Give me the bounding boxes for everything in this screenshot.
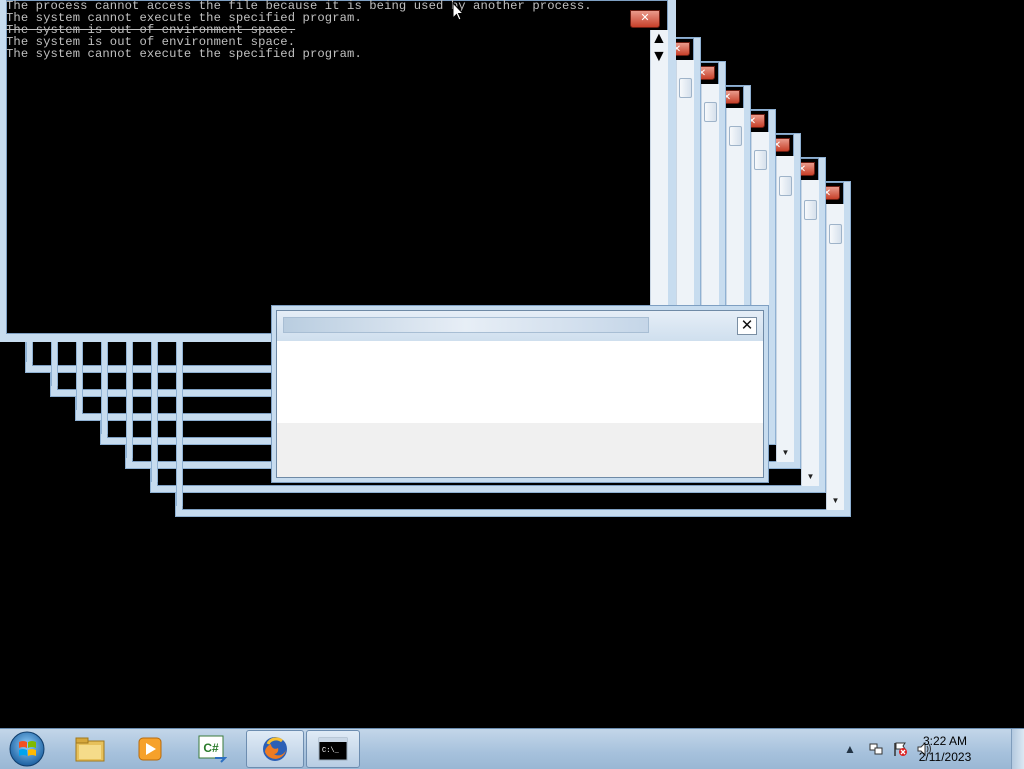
console-line: The system cannot execute the specified … — [6, 47, 362, 61]
scroll-up-icon[interactable]: ▲ — [651, 30, 668, 48]
scrollbar[interactable]: ▼ — [801, 180, 819, 486]
dialog-footer — [277, 423, 763, 477]
scroll-down-icon[interactable]: ▼ — [827, 494, 844, 508]
svg-text:C#: C# — [203, 741, 219, 755]
command-prompt-icon: C:\_ — [318, 737, 348, 761]
scroll-down-icon[interactable]: ▼ — [651, 48, 668, 66]
clock-date: 2/11/2023 — [918, 750, 972, 764]
dialog-close-button[interactable]: ✕ — [737, 317, 757, 335]
scrollbar[interactable]: ▼ — [826, 204, 844, 510]
file-explorer-icon — [75, 737, 105, 762]
taskbar-media-player[interactable] — [126, 730, 174, 768]
scroll-down-icon[interactable]: ▼ — [777, 446, 794, 460]
network-icon[interactable] — [868, 741, 884, 757]
taskbar-csharp[interactable]: C# — [188, 730, 236, 768]
console-output: The process cannot access the file becau… — [6, 0, 646, 60]
firefox-icon — [263, 737, 287, 761]
dialog-body — [277, 341, 763, 423]
show-desktop-button[interactable] — [1011, 729, 1024, 769]
message-dialog: ✕ — [276, 310, 764, 478]
scroll-down-icon[interactable]: ▼ — [802, 470, 819, 484]
taskbar-firefox[interactable] — [246, 730, 304, 768]
console-scrollbar[interactable]: ▲ ▼ — [650, 30, 668, 334]
command-prompt-window[interactable]: The process cannot access the file becau… — [0, 0, 676, 342]
dialog-titlebar[interactable]: ✕ — [277, 311, 763, 341]
system-clock[interactable]: 3:22 AM 2/11/2023 — [910, 733, 980, 765]
csharp-icon: C# — [198, 735, 227, 763]
taskbar-command-prompt[interactable]: C:\_ — [306, 730, 360, 768]
windows-start-orb[interactable] — [6, 730, 48, 768]
clock-time: 3:22 AM — [922, 734, 968, 748]
show-hidden-icons-icon[interactable]: ▲ — [842, 741, 858, 757]
taskbar-file-explorer[interactable] — [66, 730, 114, 768]
mouse-cursor-icon — [452, 2, 464, 21]
taskbar: C# C:\_ ▲ 3:22 AM 2/11/2023 — [0, 728, 1024, 769]
media-player-icon — [138, 737, 162, 761]
close-icon[interactable]: ✕ — [630, 10, 660, 28]
scrollbar[interactable]: ▼ — [776, 156, 794, 462]
dialog-title — [283, 317, 649, 333]
action-center-flag-icon[interactable] — [892, 741, 908, 757]
svg-text:C:\_: C:\_ — [322, 747, 340, 755]
